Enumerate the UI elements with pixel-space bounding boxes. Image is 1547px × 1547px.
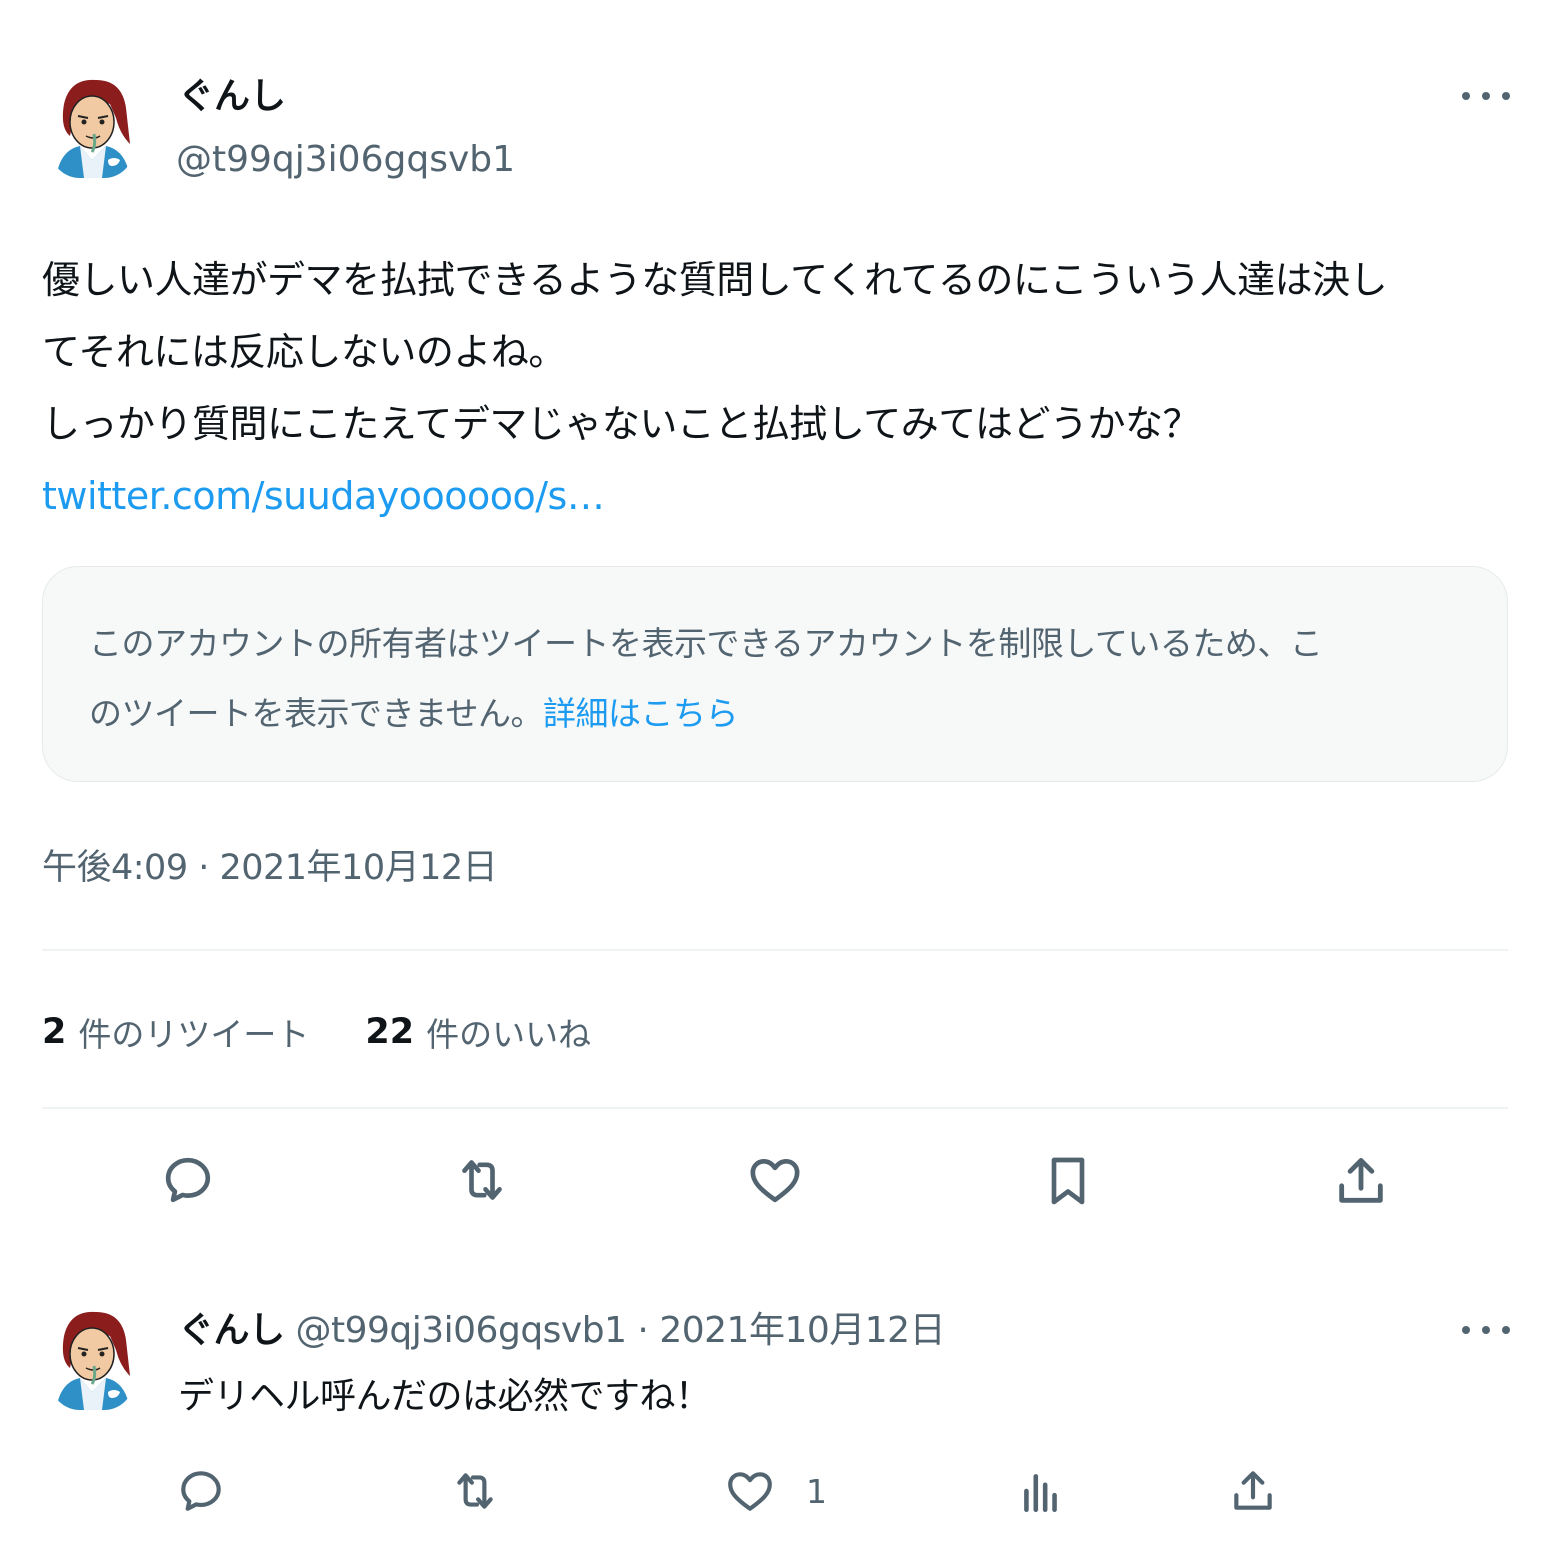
reply-author-avatar[interactable] xyxy=(50,1306,134,1410)
reply-text: デリヘル呼んだのは必然ですね！ xyxy=(178,1376,711,1417)
tweet-detail-page: ぐんし @t99qj3i06gqsvb1 優しい人達がデマを払拭できるような質問… xyxy=(0,0,1547,1547)
tweet-timestamp[interactable]: 午後4:09 · 2021年10月12日 xyxy=(42,842,498,894)
share-icon xyxy=(1339,1158,1383,1203)
more-dot xyxy=(1482,92,1490,100)
retweet-icon xyxy=(457,1473,493,1509)
reply-like-button[interactable]: 1 xyxy=(724,1466,827,1516)
author-display-name[interactable]: ぐんし xyxy=(178,74,286,120)
reply-like-count: 1 xyxy=(806,1471,827,1511)
likes-stat[interactable]: 22 件のいいね xyxy=(365,1008,591,1056)
reply-icon xyxy=(181,1471,221,1511)
avatar-illustration xyxy=(50,74,134,178)
bookmark-button[interactable] xyxy=(1040,1150,1096,1212)
divider xyxy=(42,949,1508,951)
share-button[interactable] xyxy=(1332,1152,1390,1210)
heart-icon xyxy=(728,1472,772,1511)
quoted-tweet-unavailable-notice: このアカウントの所有者はツイートを表示できるアカウントを制限しているため、こ の… xyxy=(42,566,1508,782)
reply-reply-button[interactable] xyxy=(176,1466,226,1516)
more-dot xyxy=(1482,1326,1490,1334)
engagement-stats: 2 件のリツイート 22 件のいいね xyxy=(42,1004,591,1060)
reply-button[interactable] xyxy=(160,1152,216,1208)
reply-author-handle[interactable]: @t99qj3i06gqsvb1 xyxy=(295,1310,627,1351)
meta-separator: · xyxy=(626,1310,660,1351)
retweet-icon xyxy=(462,1160,502,1200)
reply-views-button[interactable] xyxy=(1016,1466,1066,1516)
analytics-icon xyxy=(1024,1474,1057,1513)
retweet-button[interactable] xyxy=(452,1152,512,1208)
more-dot xyxy=(1502,92,1510,100)
retweets-label: 件のリツイート xyxy=(78,1015,310,1054)
tweet-text-line: 優しい人達がデマを払拭できるような質問してくれてるのにこういう人達は決し xyxy=(42,258,1388,302)
reply-retweet-button[interactable] xyxy=(448,1466,502,1516)
notice-text-line: このアカウントの所有者はツイートを表示できるアカウントを制限しているため、こ xyxy=(89,624,1323,663)
tweet-text-line: しっかり質問にこたえてデマじゃないこと払拭してみてはどうかな？ xyxy=(42,402,1200,446)
reply-icon xyxy=(165,1157,211,1203)
divider xyxy=(42,1107,1508,1109)
tweet-link[interactable]: twitter.com/suudayoooooo/s… xyxy=(42,474,605,518)
reply-author-display-name[interactable]: ぐんし xyxy=(178,1310,285,1351)
more-dot xyxy=(1462,1326,1470,1334)
reply-date[interactable]: 2021年10月12日 xyxy=(659,1310,945,1351)
share-icon xyxy=(1234,1471,1272,1510)
likes-label: 件のいいね xyxy=(426,1015,592,1054)
reply-header: ぐんし @t99qj3i06gqsvb1 · 2021年10月12日 xyxy=(178,1306,946,1356)
tweet-text: 優しい人達がデマを払拭できるような質問してくれてるのにこういう人達は決し てそれ… xyxy=(42,244,1512,532)
heart-icon xyxy=(750,1159,800,1203)
notice-text-line: のツイートを表示できません。 xyxy=(89,694,544,733)
learn-more-link[interactable]: 詳細はこちら xyxy=(543,694,739,733)
more-dot xyxy=(1462,92,1470,100)
like-button[interactable] xyxy=(746,1152,804,1208)
more-icon[interactable] xyxy=(1462,86,1510,106)
reply-share-button[interactable] xyxy=(1228,1466,1278,1516)
avatar-illustration xyxy=(50,1306,134,1410)
likes-count: 22 xyxy=(365,1012,415,1052)
author-avatar[interactable] xyxy=(50,74,134,178)
reply-more-icon[interactable] xyxy=(1462,1320,1510,1340)
more-dot xyxy=(1502,1326,1510,1334)
retweets-stat[interactable]: 2 件のリツイート xyxy=(42,1008,309,1056)
retweets-count: 2 xyxy=(42,1012,67,1052)
tweet-text-line: てそれには反応しないのよね。 xyxy=(42,330,566,374)
author-handle[interactable]: @t99qj3i06gqsvb1 xyxy=(176,138,515,182)
bookmark-icon xyxy=(1051,1157,1085,1205)
